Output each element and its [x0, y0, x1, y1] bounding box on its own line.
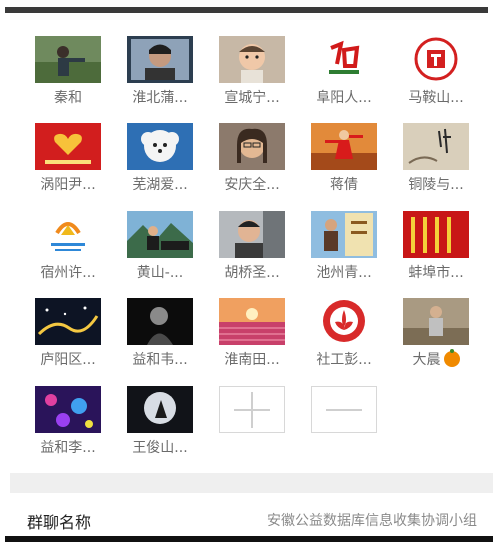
avatar-sunshine-logo — [35, 211, 101, 258]
section-divider — [10, 473, 493, 493]
member-name: 淮北蒲... — [132, 90, 188, 106]
member-item[interactable]: 阜阳人... — [311, 36, 377, 106]
member-item[interactable]: 王俊山... — [127, 386, 193, 456]
member-name: 王俊山... — [132, 440, 188, 456]
member-name: 秦和 — [54, 90, 82, 106]
member-item[interactable]: 马鞍山... — [403, 36, 469, 106]
member-item[interactable]: 社工彭... — [311, 298, 377, 368]
avatar-mountain-person — [35, 36, 101, 83]
avatar-red-banner — [403, 211, 469, 258]
avatar-man-mountains — [127, 211, 193, 258]
member-name: 大晨 — [395, 349, 477, 369]
member-name: 安庆全... — [224, 177, 280, 193]
member-item[interactable]: 淮北蒲... — [127, 36, 193, 106]
avatar-red-seal — [403, 36, 469, 83]
member-name: 黄山-... — [136, 265, 184, 281]
member-name: 庐阳区... — [40, 352, 96, 368]
avatar-night-city — [35, 298, 101, 345]
member-name: 益和韦... — [132, 352, 188, 368]
member-grid: 秦和 淮北蒲... 宣城宁... 阜阳人... 马鞍山... 涡阳尹... 芜湖… — [0, 0, 493, 470]
member-name: 蚌埠市... — [408, 265, 464, 281]
member-item[interactable]: 涡阳尹... — [35, 123, 101, 193]
member-item[interactable]: 淮南田... — [219, 298, 285, 368]
avatar-man-poster — [311, 211, 377, 258]
avatar-baby — [219, 36, 285, 83]
member-item[interactable]: 安庆全... — [219, 123, 285, 193]
member-item[interactable]: 池州青... — [311, 211, 377, 281]
member-name: 淮南田... — [224, 352, 280, 368]
member-name: 马鞍山... — [408, 90, 464, 106]
member-name: 胡桥圣... — [224, 265, 280, 281]
member-name: 益和李... — [40, 440, 96, 456]
avatar-purple-lights — [35, 386, 101, 433]
group-name-label: 群聊名称 — [27, 513, 92, 532]
member-item[interactable]: 蒋倩 — [311, 123, 377, 193]
avatar-man-photo — [127, 36, 193, 83]
avatar-red-heart-logo — [35, 123, 101, 170]
avatar-woman-dancing — [311, 123, 377, 170]
tangerine-icon — [443, 349, 460, 367]
avatar-lotus-seal — [311, 298, 377, 345]
avatar-moon-silhouette — [127, 386, 193, 433]
avatar-dark-portrait — [127, 298, 193, 345]
avatar-white-dog — [127, 123, 193, 170]
avatar-ink-painting — [403, 123, 469, 170]
remove-member-button[interactable] — [311, 386, 377, 433]
member-item[interactable]: 秦和 — [35, 36, 101, 106]
group-name-row[interactable]: 群聊名称 安徽公益数据库信息收集协调小组 — [10, 493, 493, 535]
member-name: 阜阳人... — [316, 90, 372, 106]
member-item[interactable]: 益和李... — [35, 386, 101, 456]
member-item[interactable]: 芜湖爱... — [127, 123, 193, 193]
avatar-vintage-photo — [403, 298, 469, 345]
member-name: 芜湖爱... — [132, 177, 188, 193]
member-name: 宿州许... — [40, 265, 96, 281]
member-name: 铜陵与... — [408, 177, 464, 193]
member-item[interactable]: 益和韦... — [127, 298, 193, 368]
member-item[interactable]: 宿州许... — [35, 211, 101, 281]
avatar-woman-glasses — [219, 123, 285, 170]
avatar-calligraphy-logo — [311, 36, 377, 83]
avatar-sunset-field — [219, 298, 285, 345]
avatar-man-car — [219, 211, 285, 258]
member-name: 池州青... — [316, 265, 372, 281]
member-item[interactable]: 蚌埠市... — [403, 211, 469, 281]
member-item[interactable]: 大晨 — [403, 298, 469, 368]
minus-icon — [326, 409, 362, 411]
member-item[interactable]: 黄山-... — [127, 211, 193, 281]
member-item[interactable]: 庐阳区... — [35, 298, 101, 368]
member-item[interactable]: 胡桥圣... — [219, 211, 285, 281]
member-name: 宣城宁... — [224, 90, 280, 106]
group-name-value: 安徽公益数据库信息收集协调小组 — [267, 513, 477, 529]
member-item[interactable]: 铜陵与... — [403, 123, 469, 193]
member-name: 涡阳尹... — [40, 177, 96, 193]
member-item[interactable]: 宣城宁... — [219, 36, 285, 106]
member-name: 社工彭... — [316, 352, 372, 368]
bottom-bar — [5, 536, 493, 542]
add-member-button[interactable] — [219, 386, 285, 433]
member-name: 蒋倩 — [330, 177, 358, 193]
